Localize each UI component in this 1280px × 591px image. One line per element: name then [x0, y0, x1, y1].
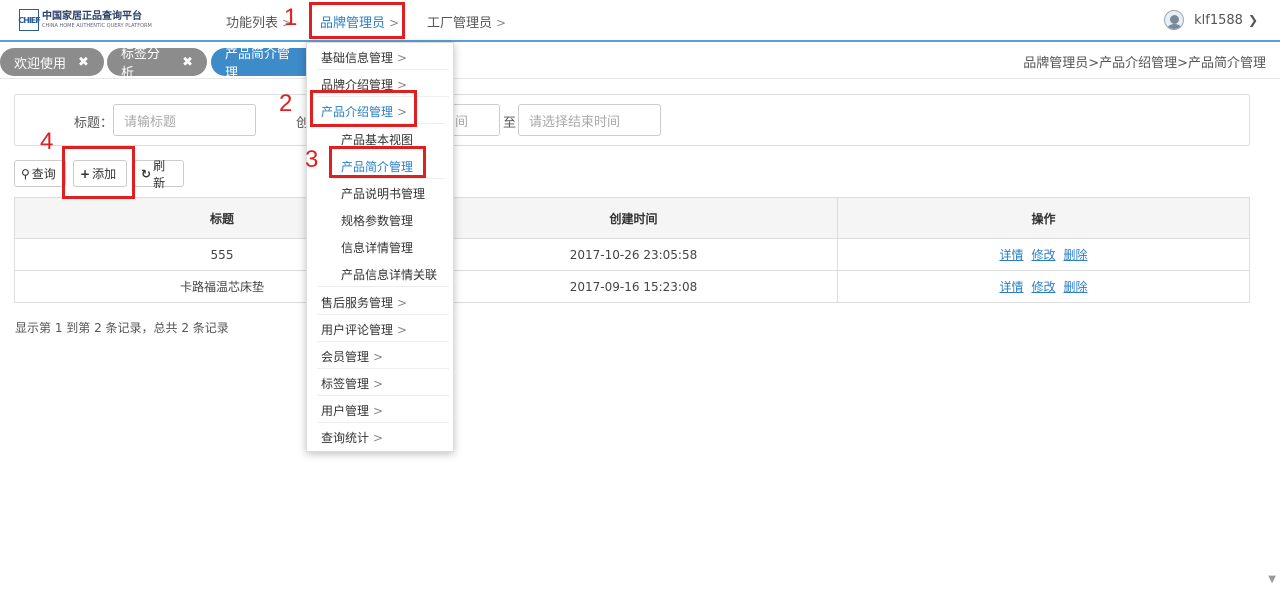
menu-item-manual[interactable]: 产品说明书管理: [341, 185, 425, 202]
menu-item-label: 用户管理: [321, 404, 370, 418]
close-icon[interactable]: ✖: [182, 55, 193, 70]
menu-item-after-sales[interactable]: 售后服务管理 >: [321, 294, 407, 311]
query-button-label: 查询: [31, 167, 56, 181]
tab-tag-analysis-label: 标签分析: [121, 47, 161, 81]
nav-factory-admin-label: 工厂管理员: [427, 16, 493, 31]
logo-subtitle: CHINA HOME AUTHENTIC QUERY PLATFORM: [42, 23, 152, 29]
menu-divider: [317, 286, 449, 287]
annotation-number-3: 3: [305, 146, 319, 173]
tab-product-intro[interactable]: 产品简介管理: [211, 47, 311, 81]
tab-welcome[interactable]: 欢迎使用 ✖: [0, 48, 104, 76]
menu-divider: [317, 368, 449, 369]
close-icon[interactable]: ✖: [78, 55, 89, 70]
annotation-number-4: 4: [40, 128, 54, 155]
chevron-right-icon: >: [397, 51, 408, 65]
user-menu[interactable]: klf1588 ❯: [1164, 10, 1258, 30]
title-label: 标题：: [74, 116, 114, 131]
annotation-box-2: [310, 90, 417, 127]
refresh-button-label: 刷新: [153, 158, 166, 190]
nav-function-list[interactable]: 功能列表 >: [226, 12, 292, 31]
column-header-actions: 操作: [837, 198, 1249, 238]
title-input[interactable]: 请输标题: [113, 104, 256, 136]
menu-item-members[interactable]: 会员管理 >: [321, 348, 383, 365]
site-logo[interactable]: CHIEF 中国家居正品查询平台 CHINA HOME AUTHENTIC QU…: [18, 9, 152, 31]
nav-function-list-label: 功能列表: [226, 16, 279, 31]
tab-welcome-label: 欢迎使用: [14, 56, 67, 72]
menu-item-spec-params[interactable]: 规格参数管理: [341, 212, 413, 229]
menu-item-user-comments[interactable]: 用户评论管理 >: [321, 321, 407, 338]
tab-product-intro-label: 产品简介管理: [225, 47, 291, 81]
chevron-right-icon: >: [373, 404, 384, 418]
search-icon: ⚲: [21, 166, 30, 181]
annotation-number-1: 1: [284, 4, 298, 31]
top-header: CHIEF 中国家居正品查询平台 CHINA HOME AUTHENTIC QU…: [0, 0, 1280, 42]
chevron-right-icon: >: [397, 296, 408, 310]
annotation-box-1: [309, 2, 405, 39]
edit-link[interactable]: 修改: [1031, 278, 1055, 295]
pagination-info: 显示第 1 到第 2 条记录，总共 2 条记录: [15, 321, 229, 335]
menu-item-query-stats[interactable]: 查询统计 >: [321, 429, 383, 446]
table-row: 卡路福温芯床垫 2017-09-16 15:23:08 详情 修改 删除: [15, 270, 1249, 302]
menu-item-label: 查询统计: [321, 431, 370, 445]
menu-item-label: 会员管理: [321, 350, 370, 364]
cell-actions: 详情 修改 删除: [837, 239, 1249, 270]
menu-item-label: 售后服务管理: [321, 296, 394, 310]
chevron-right-icon: >: [373, 377, 384, 391]
title-input-placeholder: 请输标题: [124, 114, 177, 130]
menu-divider: [317, 422, 449, 423]
annotation-box-4: [62, 146, 135, 199]
tab-tag-analysis[interactable]: 标签分析 ✖: [107, 47, 207, 81]
chevron-right-icon: >: [373, 350, 384, 364]
divider: [0, 78, 1280, 79]
menu-item-info-detail[interactable]: 信息详情管理: [341, 239, 413, 256]
avatar: [1164, 10, 1185, 30]
table-header-row: 标题 创建时间 操作: [15, 198, 1249, 238]
logo-title: 中国家居正品查询平台: [42, 11, 142, 22]
menu-divider: [317, 69, 449, 70]
end-time-placeholder: 请选择结束时间: [529, 114, 621, 130]
start-time-placeholder: 间: [455, 114, 469, 130]
detail-link[interactable]: 详情: [999, 278, 1023, 295]
menu-divider: [317, 314, 449, 315]
data-table: 标题 创建时间 操作 555 2017-10-26 23:05:58 详情 修改…: [14, 197, 1250, 303]
menu-item-users[interactable]: 用户管理 >: [321, 402, 383, 419]
breadcrumb: 品牌管理员>产品介绍管理>产品简介管理: [1023, 56, 1266, 71]
nav-factory-admin[interactable]: 工厂管理员 >: [427, 12, 506, 31]
delete-link[interactable]: 删除: [1064, 246, 1088, 263]
end-time-input[interactable]: 请选择结束时间: [518, 104, 661, 136]
refresh-button[interactable]: ↻ 刷新: [134, 159, 184, 190]
chevron-right-icon: >: [373, 431, 384, 445]
refresh-icon: ↻: [141, 166, 152, 181]
chevron-right-icon: >: [496, 16, 507, 30]
chevron-right-icon: >: [397, 323, 408, 337]
table-row: 555 2017-10-26 23:05:58 详情 修改 删除: [15, 238, 1249, 270]
menu-item-info-link[interactable]: 产品信息详情关联: [341, 266, 437, 283]
column-header-created[interactable]: 创建时间: [429, 198, 837, 238]
username: klf1588: [1194, 12, 1243, 28]
menu-item-label: 标签管理: [321, 377, 370, 391]
query-button[interactable]: ⚲ 查询: [14, 160, 66, 187]
detail-link[interactable]: 详情: [999, 246, 1023, 263]
edit-link[interactable]: 修改: [1031, 246, 1055, 263]
menu-item-basic-info[interactable]: 基础信息管理 >: [321, 49, 407, 66]
scroll-down-icon[interactable]: ▼: [1268, 574, 1276, 585]
delete-link[interactable]: 删除: [1064, 278, 1088, 295]
menu-item-label: 基础信息管理: [321, 51, 394, 65]
to-label: 至: [503, 116, 517, 131]
cell-actions: 详情 修改 删除: [837, 271, 1249, 302]
menu-item-label: 用户评论管理: [321, 323, 394, 337]
cell-created: 2017-10-26 23:05:58: [429, 239, 837, 270]
menu-divider: [331, 178, 445, 179]
annotation-number-2: 2: [279, 90, 293, 117]
menu-divider: [317, 341, 449, 342]
logo-mark: CHIEF: [18, 9, 41, 31]
chevron-down-icon: ❯: [1247, 13, 1258, 27]
menu-item-tags[interactable]: 标签管理 >: [321, 375, 383, 392]
menu-divider: [317, 395, 449, 396]
cell-created: 2017-09-16 15:23:08: [429, 271, 837, 302]
annotation-box-3: [329, 146, 426, 178]
